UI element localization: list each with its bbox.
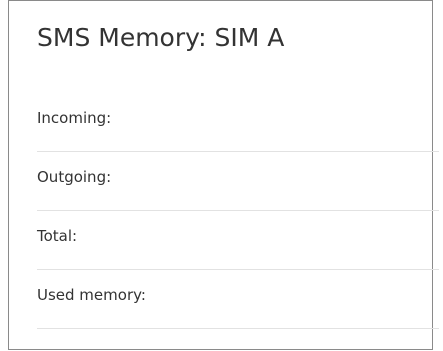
stat-label-incoming: Incoming:	[37, 109, 112, 127]
stat-row-total: Total:	[37, 211, 439, 270]
stat-row-incoming: Incoming:	[37, 93, 439, 152]
sms-memory-panel: SMS Memory: SIM A Incoming: Outgoing: To…	[8, 0, 439, 350]
stat-row-outgoing: Outgoing:	[37, 152, 439, 211]
stat-label-used-memory: Used memory:	[37, 286, 146, 304]
panel-title: SMS Memory: SIM A	[37, 23, 285, 52]
stat-label-total: Total:	[37, 227, 78, 245]
stat-label-outgoing: Outgoing:	[37, 168, 112, 186]
memory-stats-list: Incoming: Outgoing: Total: Used memory:	[37, 93, 439, 329]
stat-row-used-memory: Used memory:	[37, 270, 439, 329]
